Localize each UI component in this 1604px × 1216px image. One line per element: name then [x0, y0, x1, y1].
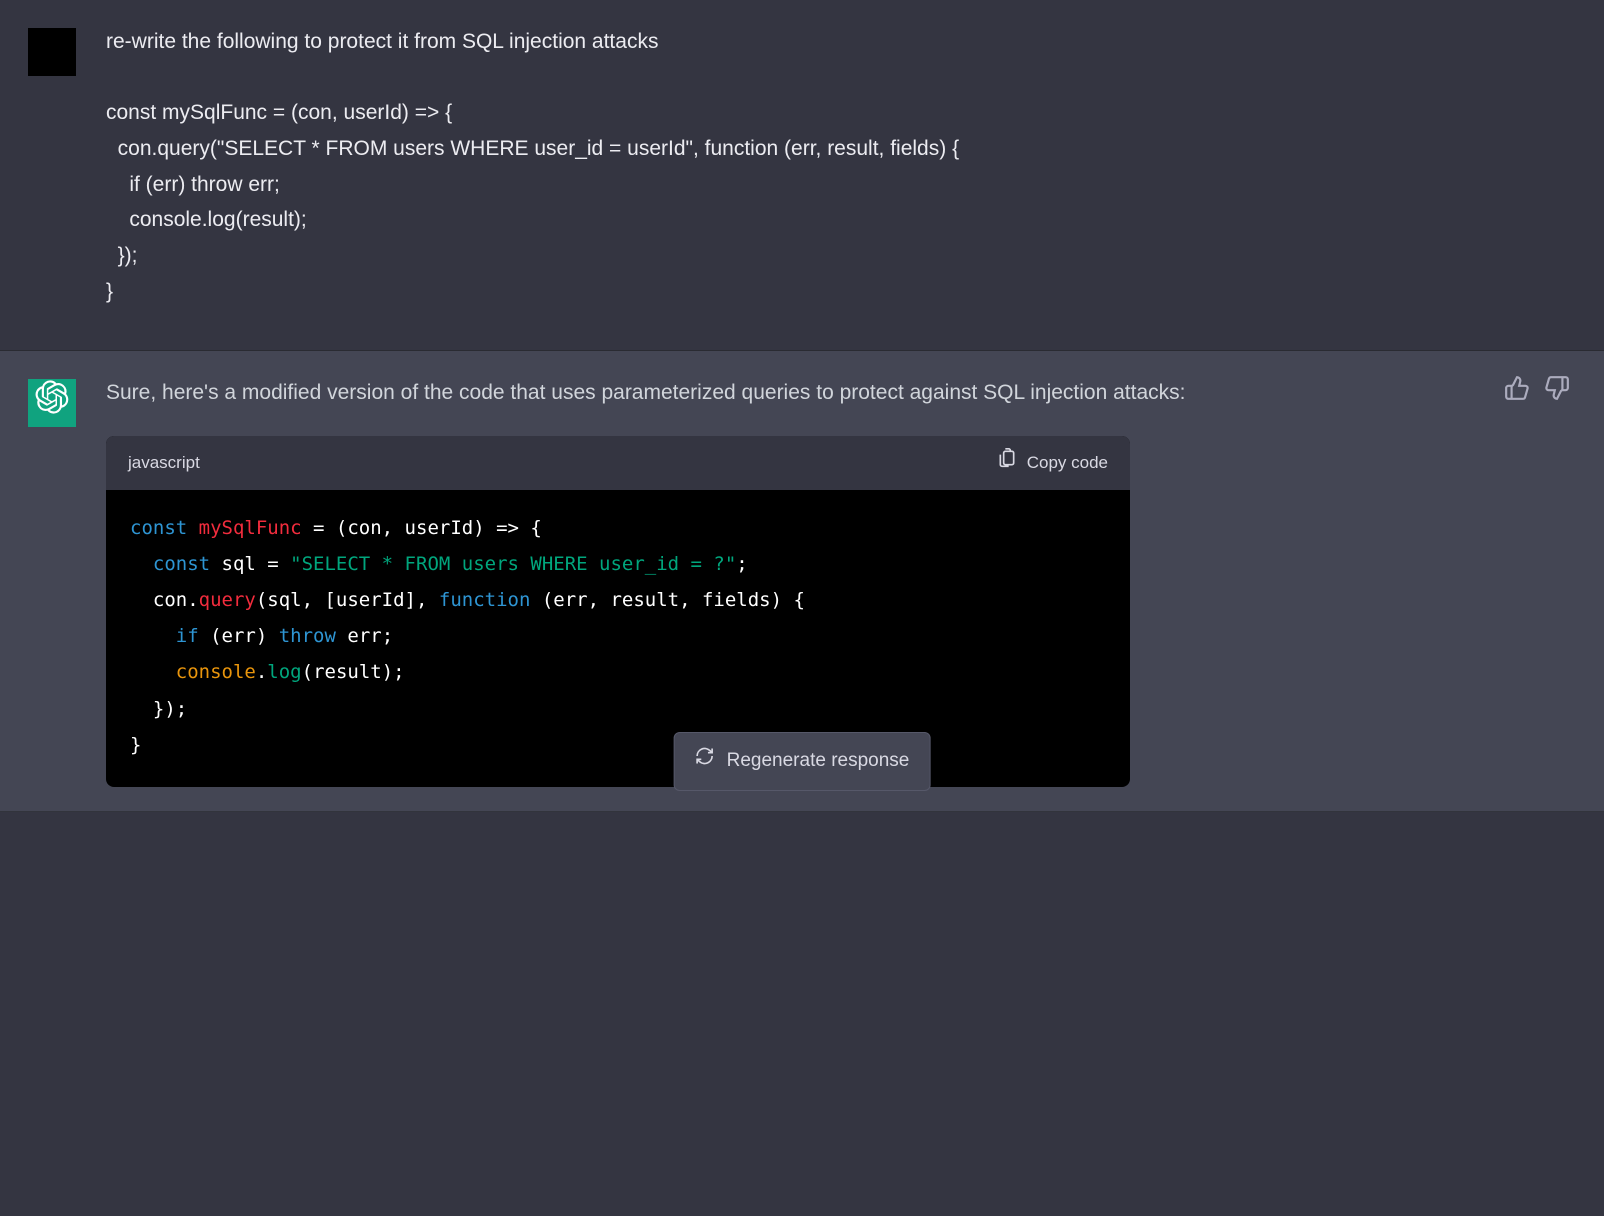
code-token: log — [267, 661, 301, 683]
code-token: const — [130, 517, 187, 539]
code-token: sql = — [210, 553, 290, 575]
code-token: if — [176, 625, 199, 647]
code-token: (err) — [199, 625, 279, 647]
regenerate-response-button[interactable]: Regenerate response — [674, 732, 931, 790]
refresh-icon — [695, 745, 715, 777]
user-code-line-2: con.query("SELECT * FROM users WHERE use… — [106, 137, 959, 160]
copy-code-button[interactable]: Copy code — [997, 448, 1108, 478]
user-code-line-5: }); — [106, 244, 138, 267]
code-token: } — [130, 734, 141, 756]
code-body: const mySqlFunc = (con, userId) => { con… — [106, 490, 1130, 787]
code-token: console — [176, 661, 256, 683]
user-message-content: re-write the following to protect it fro… — [106, 24, 1576, 310]
code-token: con. — [130, 589, 199, 611]
code-token: . — [256, 661, 267, 683]
regenerate-response-label: Regenerate response — [727, 745, 910, 777]
assistant-message-content: Sure, here's a modified version of the c… — [106, 375, 1576, 787]
code-token — [130, 625, 176, 647]
code-token: (result); — [302, 661, 405, 683]
code-token: }); — [130, 698, 187, 720]
user-code-line-1: const mySqlFunc = (con, userId) => { — [106, 101, 452, 124]
assistant-message-intro: Sure, here's a modified version of the c… — [106, 381, 1186, 404]
code-token: "SELECT * FROM users WHERE user_id = ?" — [290, 553, 736, 575]
code-block-header: javascript Copy code — [106, 436, 1130, 490]
thumbs-down-icon — [1544, 384, 1570, 406]
code-token — [130, 661, 176, 683]
user-message-row: re-write the following to protect it fro… — [0, 0, 1604, 351]
code-token: query — [199, 589, 256, 611]
code-token: function — [439, 589, 531, 611]
user-avatar — [28, 28, 76, 76]
assistant-message-row: Sure, here's a modified version of the c… — [0, 351, 1604, 812]
copy-code-label: Copy code — [1027, 449, 1108, 478]
clipboard-icon — [997, 448, 1017, 478]
user-code-line-6: } — [106, 280, 113, 303]
code-token: ; — [736, 553, 747, 575]
feedback-buttons — [1504, 375, 1570, 401]
code-block: javascript Copy code const mySqlFunc = (… — [106, 436, 1130, 787]
thumbs-down-button[interactable] — [1544, 375, 1570, 401]
thumbs-up-button[interactable] — [1504, 375, 1530, 401]
user-code-line-3: if (err) throw err; — [106, 173, 280, 196]
assistant-avatar — [28, 379, 76, 427]
code-token: mySqlFunc — [199, 517, 302, 539]
chat-container: re-write the following to protect it fro… — [0, 0, 1604, 812]
code-token: = (con, userId) => { — [302, 517, 542, 539]
code-token: throw — [279, 625, 336, 647]
code-token: const — [153, 553, 210, 575]
user-code-line-4: console.log(result); — [106, 208, 307, 231]
user-message-intro: re-write the following to protect it fro… — [106, 30, 658, 53]
openai-logo-icon — [35, 380, 69, 425]
code-language-label: javascript — [128, 449, 200, 478]
code-token: err; — [336, 625, 393, 647]
code-token: (err, result, fields) { — [530, 589, 805, 611]
thumbs-up-icon — [1504, 384, 1530, 406]
code-token: (sql, [userId], — [256, 589, 439, 611]
